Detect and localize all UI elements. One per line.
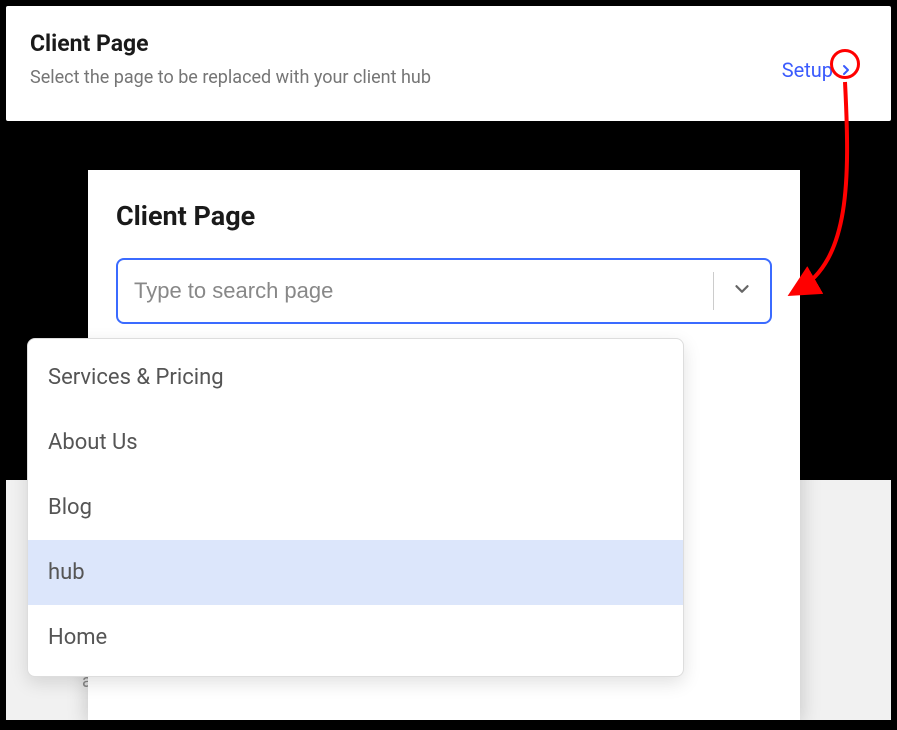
header-title: Client Page bbox=[30, 30, 431, 57]
setup-button[interactable]: Setup bbox=[782, 58, 855, 82]
dropdown-toggle[interactable] bbox=[714, 260, 770, 322]
page-options-dropdown: Services & Pricing About Us Blog hub Hom… bbox=[27, 338, 684, 677]
option-services-pricing[interactable]: Services & Pricing bbox=[28, 345, 683, 410]
header-card: Client Page Select the page to be replac… bbox=[6, 6, 891, 121]
option-hub[interactable]: hub bbox=[28, 540, 683, 605]
setup-label: Setup bbox=[782, 58, 833, 82]
page-search-input[interactable] bbox=[118, 260, 713, 322]
chevron-down-icon bbox=[731, 278, 753, 304]
header-text-block: Client Page Select the page to be replac… bbox=[30, 30, 431, 88]
header-subtitle: Select the page to be replaced with your… bbox=[30, 67, 431, 88]
option-blog[interactable]: Blog bbox=[28, 475, 683, 540]
popup-title: Client Page bbox=[116, 200, 772, 232]
option-about-us[interactable]: About Us bbox=[28, 410, 683, 475]
option-home[interactable]: Home bbox=[28, 605, 683, 670]
page-search-combobox[interactable] bbox=[116, 258, 772, 324]
chevron-right-icon bbox=[837, 61, 855, 79]
